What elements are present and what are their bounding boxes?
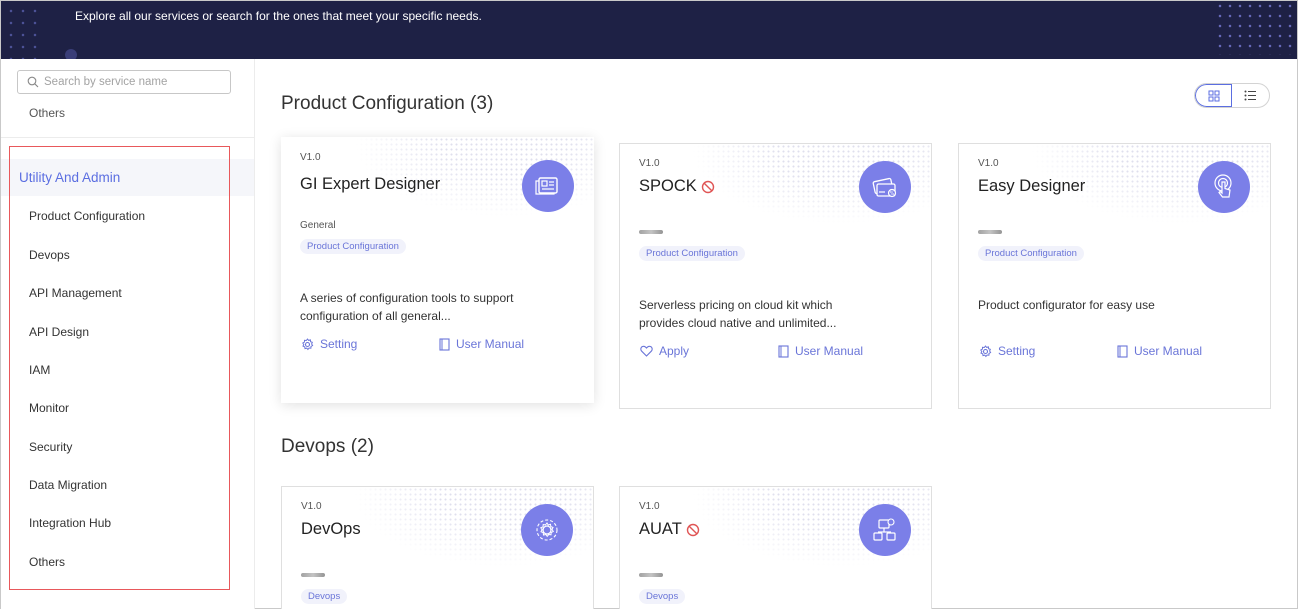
card-version: V1.0: [639, 158, 660, 169]
card-description: A series of configuration tools to suppo…: [300, 291, 514, 323]
card-name-text: Easy Designer: [978, 177, 1086, 195]
card-name-text: DevOps: [301, 520, 361, 538]
user-manual-label: User Manual: [795, 344, 864, 358]
heart-icon: [640, 345, 653, 357]
top-banner: Explore all our services or search for t…: [1, 1, 1297, 59]
card-version: V1.0: [639, 501, 660, 512]
card-name: AUAT: [639, 520, 700, 539]
card-owner: General: [300, 220, 336, 231]
banner-dots-decoration-right: [1215, 1, 1295, 55]
highlight-annotation-box: [9, 146, 230, 590]
apply-link[interactable]: Apply: [640, 344, 689, 358]
service-card-devops[interactable]: V1.0 DevOps Devops: [281, 486, 594, 609]
card-version: V1.0: [300, 152, 321, 163]
apply-label: Apply: [659, 344, 690, 358]
list-view-button[interactable]: [1232, 84, 1269, 107]
grid-view-button[interactable]: [1195, 84, 1233, 107]
user-manual-link[interactable]: User Manual: [1117, 344, 1202, 358]
manual-icon: [1117, 344, 1128, 358]
manual-icon: [439, 337, 450, 351]
setting-link[interactable]: Setting: [301, 337, 357, 351]
document-grid-icon: [522, 160, 574, 212]
gear-icon: [980, 344, 992, 357]
card-version: V1.0: [978, 158, 999, 169]
search-icon: [27, 76, 39, 88]
service-card-spock[interactable]: V1.0 SPOCK % Product Configuration Serve…: [619, 143, 932, 409]
card-owner-redacted: [639, 573, 663, 577]
service-card-gi-expert-designer[interactable]: V1.0 GI Expert Designer General Product …: [281, 137, 594, 403]
network-gear-icon: [859, 504, 911, 556]
card-owner-redacted: [639, 230, 663, 234]
card-tag: Product Configuration: [639, 246, 745, 261]
card-name-text: GI Expert Designer: [300, 175, 441, 193]
pricing-card-icon: %: [859, 161, 911, 213]
blocked-icon: [686, 523, 699, 536]
card-name: DevOps: [301, 520, 361, 539]
touch-icon: [1198, 161, 1250, 213]
card-version: V1.0: [301, 501, 322, 512]
manual-icon: [778, 344, 789, 358]
card-owner-redacted: [301, 573, 325, 577]
gear-cycle-icon: [521, 504, 573, 556]
user-manual-label: User Manual: [456, 337, 525, 351]
setting-link[interactable]: Setting: [979, 344, 1035, 358]
sidebar-divider: [1, 137, 254, 138]
section-title-product-configuration: Product Configuration (3): [281, 93, 494, 114]
blocked-icon: [701, 180, 714, 193]
svg-text:%: %: [890, 191, 895, 197]
service-card-easy-designer[interactable]: V1.0 Easy Designer Product Configuration…: [958, 143, 1271, 409]
user-manual-link[interactable]: User Manual: [778, 344, 863, 358]
list-icon: [1244, 90, 1257, 101]
card-name: Easy Designer: [978, 177, 1085, 196]
user-manual-link[interactable]: User Manual: [439, 337, 524, 351]
card-description: Product configurator for easy use: [978, 298, 1155, 312]
banner-orb-decoration: [65, 49, 77, 59]
section-title-devops: Devops (2): [281, 436, 374, 457]
sidebar-item-others-top[interactable]: Others: [29, 106, 65, 120]
banner-tagline: Explore all our services or search for t…: [75, 9, 482, 23]
sidebar: Others Utility And Admin Product Configu…: [1, 59, 255, 609]
card-name-text: AUAT: [639, 520, 682, 538]
view-toggle: [1194, 83, 1270, 108]
card-name-text: SPOCK: [639, 177, 697, 195]
search-box[interactable]: [17, 70, 231, 94]
service-card-auat[interactable]: V1.0 AUAT Devops: [619, 486, 932, 609]
card-tag: Devops: [301, 589, 348, 604]
search-input[interactable]: [44, 73, 224, 91]
user-manual-label: User Manual: [1134, 344, 1203, 358]
card-tag: Product Configuration: [978, 246, 1084, 261]
card-owner-redacted: [978, 230, 1002, 234]
banner-dots-decoration: [5, 5, 45, 59]
card-name: SPOCK: [639, 177, 715, 196]
gear-icon: [302, 337, 314, 350]
setting-label: Setting: [320, 337, 358, 351]
card-description: Serverless pricing on cloud kit which pr…: [639, 298, 837, 330]
card-tag: Devops: [639, 589, 686, 604]
card-name: GI Expert Designer: [300, 175, 440, 194]
grid-icon: [1208, 90, 1220, 101]
setting-label: Setting: [998, 344, 1036, 358]
card-tag: Product Configuration: [300, 239, 406, 254]
